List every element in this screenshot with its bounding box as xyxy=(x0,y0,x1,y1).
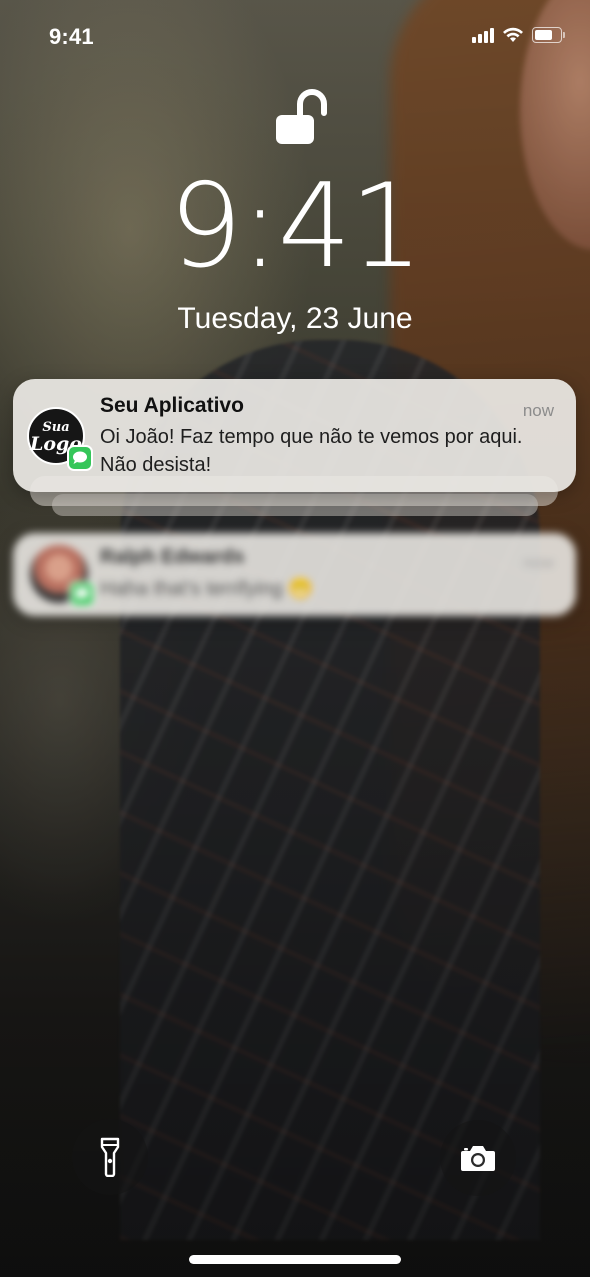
unlocked-padlock-icon xyxy=(276,89,327,144)
notification-time: now xyxy=(522,553,554,572)
battery-icon xyxy=(532,27,566,43)
messages-icon xyxy=(69,581,95,607)
notification-app-name: Seu Aplicativo xyxy=(100,394,244,417)
lock-screen-clock: 9:41 xyxy=(168,159,424,294)
status-bar-icons xyxy=(472,27,566,43)
notification-time: now xyxy=(522,401,554,420)
notification-message: Oi João! Faz tempo que não te vemos por … xyxy=(100,426,523,476)
notification-card[interactable]: Sua Logo Seu Aplicativo now Oi João! Faz… xyxy=(13,379,576,492)
notification-stack-layer-2 xyxy=(52,494,538,516)
camera-button[interactable] xyxy=(440,1120,516,1196)
notification-sender-name: Ralph Edwards xyxy=(100,546,245,568)
cellular-signal-icon xyxy=(472,27,494,43)
status-bar-time: 9:41 xyxy=(49,24,94,49)
notification-message: Haha that's terrifying 😬 xyxy=(100,578,314,600)
flashlight-icon xyxy=(100,1137,120,1177)
notification-card-blurred[interactable]: Ralph Edwards now Haha that's terrifying… xyxy=(13,533,576,616)
camera-icon xyxy=(461,1146,495,1171)
wifi-icon xyxy=(503,27,523,42)
messages-icon xyxy=(67,445,93,471)
flashlight-button[interactable] xyxy=(72,1119,148,1195)
home-indicator[interactable] xyxy=(189,1255,401,1264)
lock-screen-date: Tuesday, 23 June xyxy=(177,302,413,335)
